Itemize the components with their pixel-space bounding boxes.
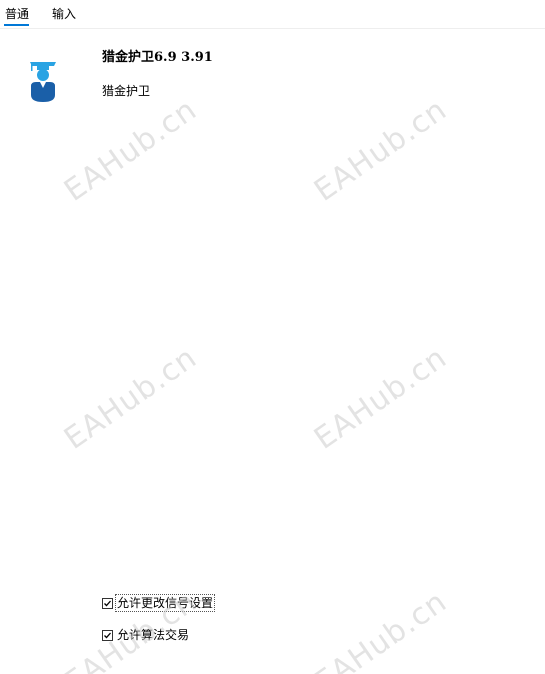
- tab-general[interactable]: 普通: [5, 6, 29, 22]
- watermark: EAHub.cn: [58, 92, 204, 209]
- checkmark-icon: [104, 600, 111, 606]
- ea-description: 猎金护卫: [102, 84, 151, 98]
- tab-bar: 普通 输入: [0, 0, 545, 29]
- allow-modify-signals-option[interactable]: 允许更改信号设置: [102, 594, 216, 612]
- ea-title: 猎金护卫6.9 3.91: [102, 50, 213, 65]
- watermark: EAHub.cn: [308, 584, 454, 674]
- ea-properties-window: 普通 输入 猎金护卫6.9 3.91 猎金护卫 允许更改信号设置 允许算法交易 …: [0, 0, 545, 674]
- watermark: EAHub.cn: [308, 92, 454, 209]
- allow-algo-trading-checkbox[interactable]: [102, 629, 113, 641]
- active-tab-indicator: [4, 24, 29, 26]
- watermark: EAHub.cn: [58, 340, 204, 457]
- graduate-person-icon: [28, 58, 58, 104]
- allow-modify-signals-label[interactable]: 允许更改信号设置: [114, 594, 216, 612]
- checkmark-icon: [104, 632, 111, 638]
- allow-algo-trading-label[interactable]: 允许算法交易: [116, 627, 190, 643]
- tab-inputs[interactable]: 输入: [52, 6, 76, 22]
- allow-algo-trading-option[interactable]: 允许算法交易: [102, 626, 190, 644]
- watermark: EAHub.cn: [308, 340, 454, 457]
- allow-modify-signals-checkbox[interactable]: [102, 597, 113, 609]
